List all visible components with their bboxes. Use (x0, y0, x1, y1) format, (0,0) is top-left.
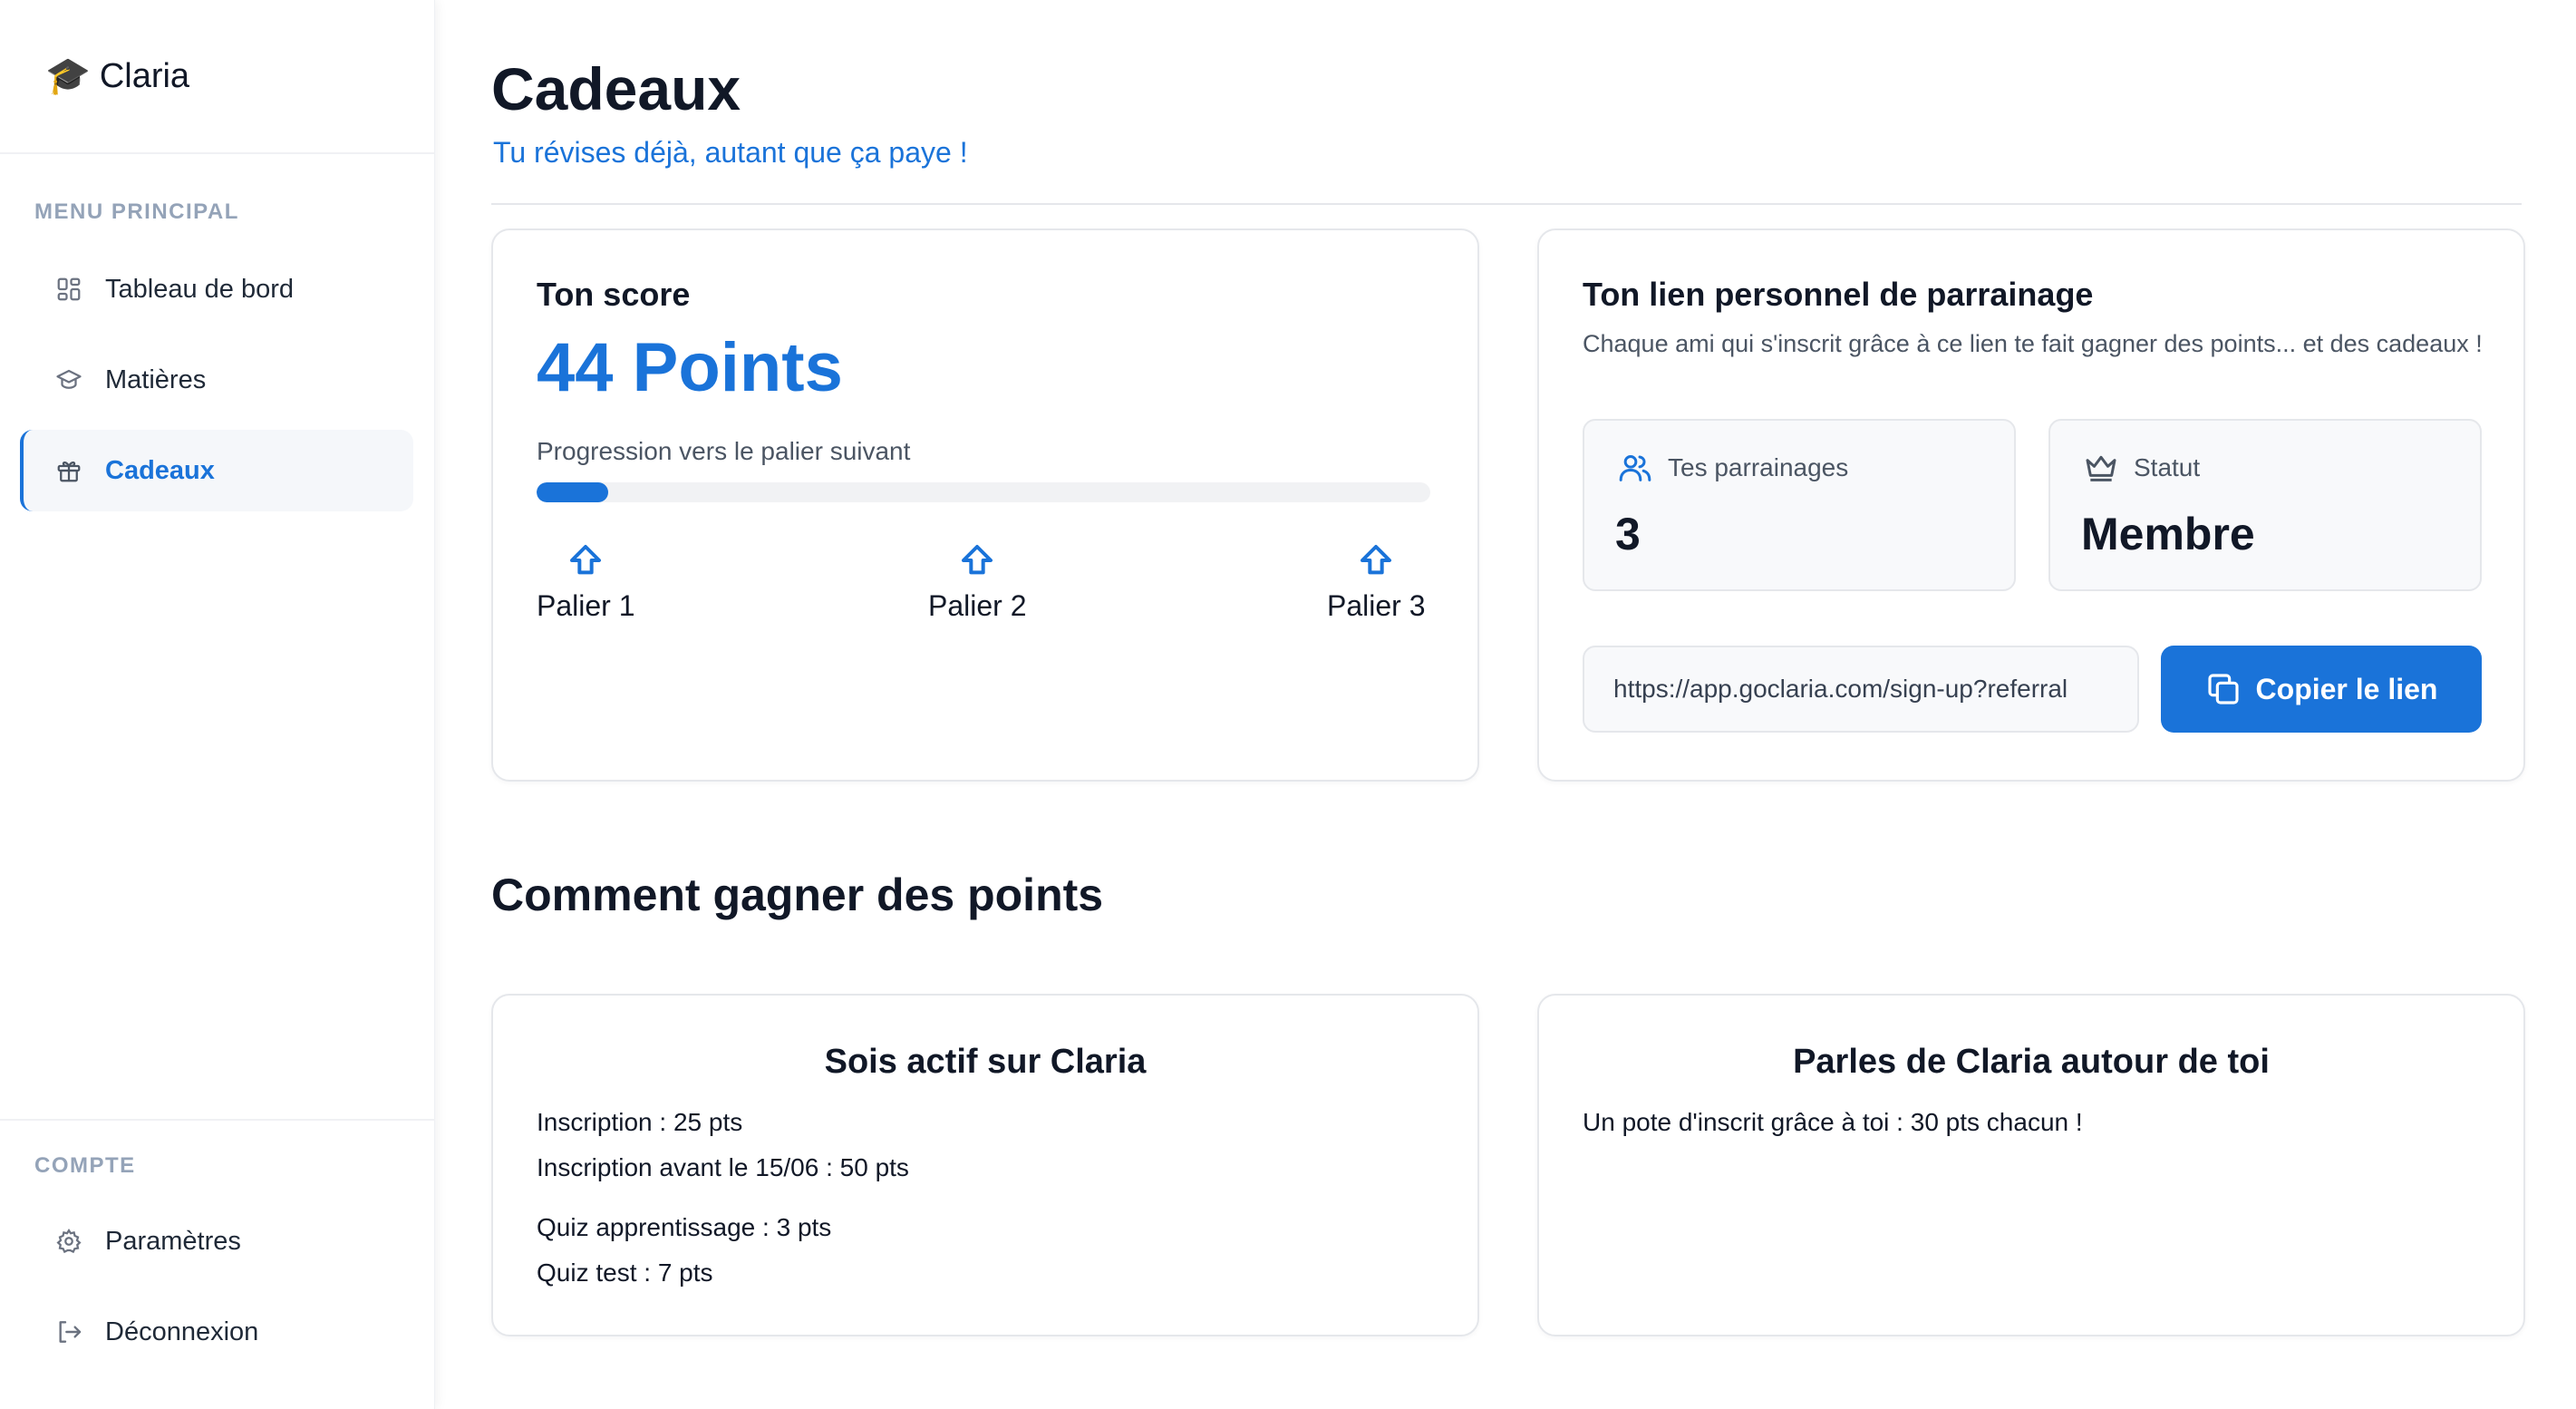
word-of-mouth-card: Parles de Claria autour de toi Un pote d… (1537, 994, 2525, 1336)
arrow-up-icon (962, 545, 993, 575)
referrals-label: Tes parrainages (1668, 453, 1849, 481)
account-section-title: COMPTE (34, 1153, 136, 1178)
referral-card-title: Ton lien personnel de parrainage (1583, 276, 2094, 313)
earn-rule: Quiz apprentissage : 3 pts (537, 1213, 832, 1241)
sidebar-item-logout[interactable]: Déconnexion (20, 1291, 413, 1373)
referral-link-field[interactable]: https://app.goclaria.com/sign-up?referra… (1583, 646, 2139, 733)
arrow-up-icon (1361, 545, 1392, 575)
users-icon (1619, 455, 1651, 481)
word-of-mouth-title: Parles de Claria autour de toi (1793, 1043, 2270, 1081)
progress-bar (537, 482, 1430, 502)
page-title: Cadeaux (491, 55, 741, 122)
referral-description: Chaque ami qui s'inscrit grâce à ce lien… (1583, 330, 2483, 357)
sidebar: 🎓 Claria MENU PRINCIPAL Tableau de bord … (0, 0, 435, 1409)
page-subtitle: Tu révises déjà, autant que ça paye ! (493, 136, 968, 169)
sidebar-item-label: Matières (105, 364, 207, 394)
tier-label: Palier 2 (928, 589, 1027, 622)
grid-icon (54, 275, 83, 304)
tier-label: Palier 3 (1327, 589, 1426, 622)
sidebar-item-subjects[interactable]: Matières (20, 339, 413, 421)
status-stat: Statut Membre (2048, 419, 2482, 591)
score-card-title: Ton score (537, 276, 691, 313)
tier-3: Palier 3 (1327, 542, 1426, 623)
earn-rule: Quiz test : 7 pts (537, 1258, 713, 1287)
activity-card-title: Sois actif sur Claria (824, 1043, 1147, 1081)
earn-rule: Inscription avant le 15/06 : 50 pts (537, 1153, 909, 1181)
sidebar-item-label: Cadeaux (105, 455, 215, 485)
earn-rule: Inscription : 25 pts (537, 1108, 743, 1136)
main-content: Cadeaux Tu révises déjà, autant que ça p… (435, 0, 2576, 1409)
tier-label: Palier 1 (537, 589, 635, 622)
gear-icon (54, 1227, 83, 1256)
score-card: Ton score 44 Points Progression vers le … (491, 228, 1479, 782)
referrals-count: 3 (1615, 509, 1641, 559)
graduation-cap-icon: 🎓 (45, 56, 91, 96)
crown-icon (2086, 455, 2116, 481)
sidebar-item-settings[interactable]: Paramètres (20, 1200, 413, 1282)
sidebar-item-label: Paramètres (105, 1226, 241, 1256)
sidebar-item-dashboard[interactable]: Tableau de bord (20, 248, 413, 330)
sidebar-item-gifts[interactable]: Cadeaux (20, 430, 413, 511)
sidebar-item-label: Déconnexion (105, 1317, 259, 1346)
referrals-stat: Tes parrainages 3 (1583, 419, 2016, 591)
sidebar-item-label: Tableau de bord (105, 274, 294, 304)
referrals-stat-header: Tes parrainages (1617, 450, 1848, 486)
copy-link-label: Copier le lien (2255, 672, 2438, 705)
logout-icon (54, 1317, 83, 1346)
arrow-up-icon (570, 545, 602, 575)
status-label: Statut (2134, 453, 2201, 481)
status-stat-header: Statut (2083, 450, 2200, 486)
earn-rule: Un pote d'inscrit grâce à toi : 30 pts c… (1583, 1108, 2083, 1136)
copy-icon (2207, 674, 2239, 704)
graduation-hat-outline-icon (54, 365, 83, 394)
app-root: 🎓 Claria MENU PRINCIPAL Tableau de bord … (0, 0, 2576, 1409)
score-points: 44 Points (537, 329, 843, 406)
activity-card: Sois actif sur Claria Inscription : 25 p… (491, 994, 1479, 1336)
header-divider (491, 203, 2522, 205)
copy-link-button[interactable]: Copier le lien (2161, 646, 2482, 733)
brand[interactable]: 🎓 Claria (0, 0, 434, 154)
sidebar-divider (0, 1119, 435, 1121)
brand-name: Claria (99, 56, 190, 95)
status-value: Membre (2081, 509, 2255, 559)
menu-section-title: MENU PRINCIPAL (34, 199, 239, 224)
tier-1: Palier 1 (537, 542, 635, 623)
progress-label: Progression vers le palier suivant (537, 437, 911, 465)
referral-card: Ton lien personnel de parrainage Chaque … (1537, 228, 2525, 782)
earn-points-heading: Comment gagner des points (491, 870, 1104, 920)
progress-fill (537, 482, 608, 502)
tier-2: Palier 2 (928, 542, 1027, 623)
gift-icon (54, 456, 83, 485)
